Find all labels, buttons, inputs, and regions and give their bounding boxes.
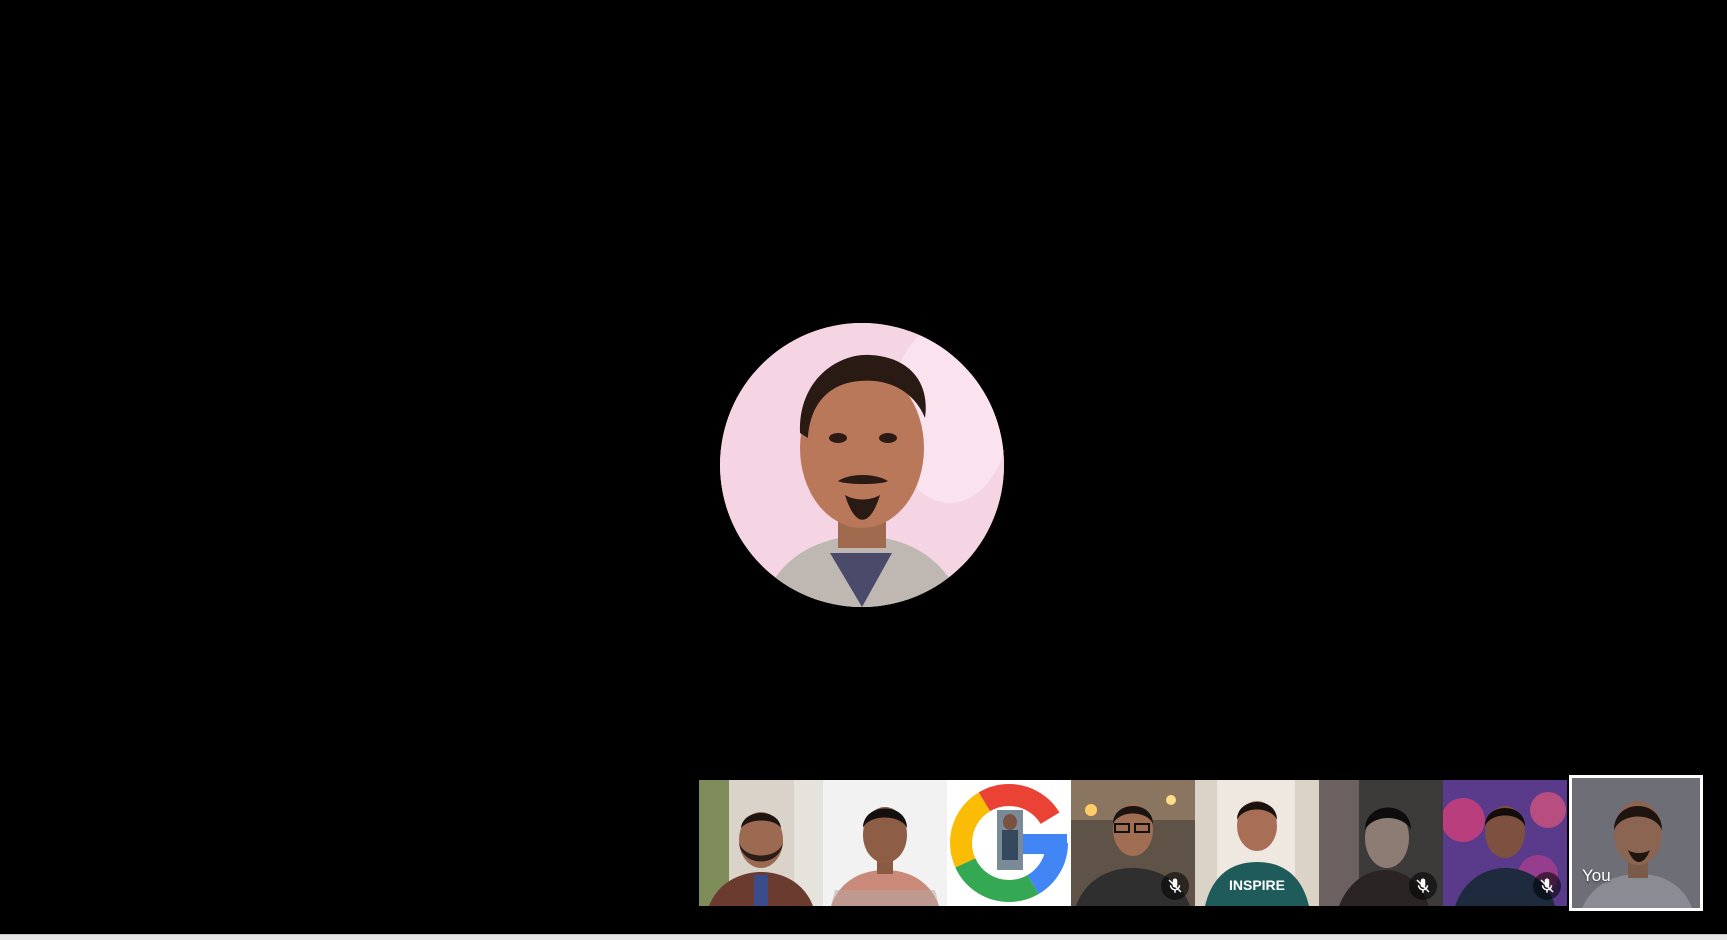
- mic-muted-icon: [1161, 872, 1189, 900]
- meeting-stage: INSPIRE You: [0, 0, 1727, 940]
- google-logo-avatar-icon: [947, 780, 1071, 906]
- self-view-tile[interactable]: You: [1569, 775, 1703, 911]
- mic-muted-icon: [1533, 872, 1561, 900]
- participant-tile-2[interactable]: [823, 780, 947, 906]
- participant-avatar-icon: [823, 780, 947, 906]
- mic-muted-icon: [1409, 872, 1437, 900]
- participant-tile-4[interactable]: [1071, 780, 1195, 906]
- participant-filmstrip: INSPIRE: [699, 780, 1567, 906]
- participant-tile-7[interactable]: [1443, 780, 1567, 906]
- svg-text:INSPIRE: INSPIRE: [1229, 877, 1285, 893]
- participant-tile-5[interactable]: INSPIRE: [1195, 780, 1319, 906]
- self-label: You: [1582, 866, 1611, 885]
- participant-avatar-icon: [720, 323, 1004, 607]
- bottom-strip: [0, 934, 1727, 940]
- main-speaker-avatar: [720, 323, 1004, 607]
- participant-tile-3[interactable]: [947, 780, 1071, 906]
- participant-avatar-icon: INSPIRE: [1195, 780, 1319, 906]
- participant-avatar-icon: [1572, 778, 1700, 908]
- participant-tile-6[interactable]: [1319, 780, 1443, 906]
- participant-tile-1[interactable]: [699, 780, 823, 906]
- participant-avatar-icon: [699, 780, 823, 906]
